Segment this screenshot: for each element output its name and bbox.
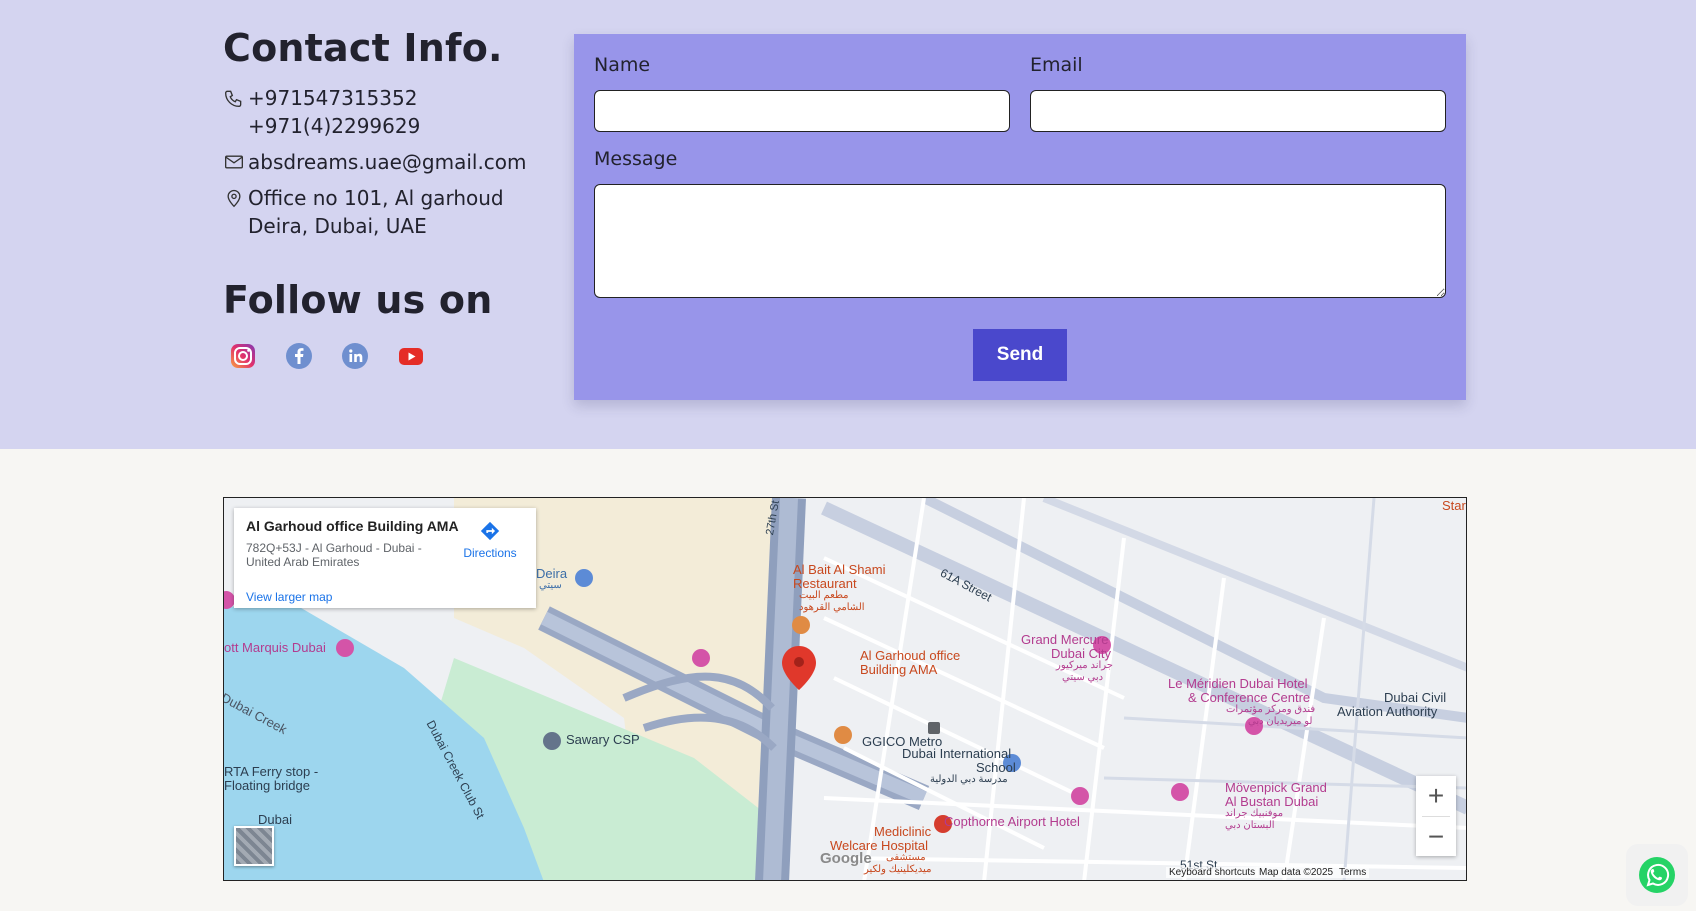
embedded-map[interactable]: Deira سيتي JW Marriott Marquis Dubai Dub… (223, 497, 1467, 881)
label-office-2: Building AMA (860, 662, 938, 677)
label-movenpick-ar-2: البستان دبي (1225, 820, 1275, 831)
directions-icon (480, 521, 500, 541)
label-mediclinic-ar-1: مستشفى (886, 852, 926, 863)
map-data-attribution: Map data ©2025 (1256, 867, 1337, 878)
label-deira-ar: سيتي (539, 580, 562, 591)
label-grand-ar-2: دبي سيتي (1062, 672, 1104, 683)
label-meridien-ar-1: فندق ومركز مؤتمرات (1226, 704, 1316, 715)
email-label: Email (1030, 54, 1083, 76)
view-larger-map-link[interactable]: View larger map (246, 590, 332, 604)
follow-heading: Follow us on (223, 278, 493, 322)
whatsapp-float-button[interactable] (1626, 844, 1688, 906)
message-label: Message (594, 148, 678, 170)
whatsapp-icon (1639, 857, 1675, 893)
label-albait-1: Al Bait Al Shami (793, 562, 886, 577)
label-movenpick-2: Al Bustan Dubai (1225, 794, 1319, 809)
label-sawary: Sawary CSP (566, 732, 640, 747)
email-input[interactable] (1030, 90, 1446, 132)
address-block: Office no 101, Al garhoud Deira, Dubai, … (223, 184, 553, 240)
phone-number-2[interactable]: +971(4)2299629 (248, 112, 553, 140)
label-meridien-2: & Conference Centre (1188, 690, 1311, 705)
directions-button[interactable]: Directions (460, 520, 520, 560)
label-meridien-ar-2: لو ميريديان دبي (1248, 716, 1313, 727)
linkedin-icon[interactable] (341, 342, 369, 370)
label-school-1: Dubai International (902, 746, 1012, 761)
label-star: Star (1442, 498, 1466, 513)
mail-icon (225, 155, 243, 169)
label-albait-ar-2: الشامي القرهود (799, 602, 865, 613)
place-title: Al Garhoud office Building AMA (246, 518, 459, 534)
label-mediclinic-1: Mediclinic (874, 824, 932, 839)
directions-label: Directions (463, 546, 517, 560)
address-line-2: Deira, Dubai, UAE (248, 214, 427, 238)
label-albait-2: Restaurant (793, 576, 857, 591)
name-input[interactable] (594, 90, 1010, 132)
label-mediclinic-ar-2: ميديكلينيك ولكير (864, 864, 932, 875)
label-albait-ar-1: مطعم البيت (799, 590, 849, 601)
label-grand-1: Grand Mercure (1021, 632, 1109, 647)
place-card: Al Garhoud office Building AMA 782Q+53J … (234, 508, 536, 608)
label-dubai: Dubai (258, 812, 292, 827)
email-block: absdreams.uae@gmail.com (223, 148, 553, 176)
label-dcaa-1: Dubai Civil (1384, 690, 1447, 705)
google-logo: Google (820, 850, 872, 867)
label-school-ar: مدرسة دبي الدولية (930, 774, 1008, 785)
address-line-1: Office no 101, Al garhoud (248, 186, 504, 210)
label-movenpick-ar-1: موفنبيك جراند (1225, 808, 1284, 819)
satellite-toggle[interactable] (234, 826, 274, 866)
keyboard-shortcuts-link[interactable]: Keyboard shortcuts (1166, 867, 1259, 878)
label-movenpick-1: Mövenpick Grand (1225, 780, 1327, 795)
phone-number-1[interactable]: +971547315352 (248, 84, 553, 112)
label-ferry-1: RTA Ferry stop - (224, 764, 319, 779)
facebook-icon[interactable] (285, 342, 313, 370)
phone-block: +971547315352 +971(4)2299629 (223, 84, 553, 140)
label-dcaa-2: Aviation Authority (1337, 704, 1438, 719)
instagram-icon[interactable] (229, 342, 257, 370)
message-textarea[interactable] (594, 184, 1446, 298)
location-pin-icon (227, 189, 241, 208)
email-address[interactable]: absdreams.uae@gmail.com (248, 148, 553, 176)
label-grand-2: Dubai City (1051, 646, 1111, 661)
youtube-icon[interactable] (397, 342, 425, 370)
contact-heading: Contact Info. (223, 26, 503, 70)
zoom-controls: + − (1416, 776, 1456, 856)
label-grand-ar-1: جراند ميركيور (1056, 660, 1113, 671)
name-label: Name (594, 54, 651, 76)
label-copthorne: Copthorne Airport Hotel (944, 814, 1080, 829)
phone-icon (224, 90, 242, 108)
label-marquis: JW Marriott Marquis Dubai (223, 640, 326, 655)
contact-form: Name Email Message Send (574, 34, 1466, 400)
label-ferry-2: Floating bridge (224, 778, 310, 793)
zoom-out-button[interactable]: − (1416, 817, 1456, 857)
terms-link[interactable]: Terms (1336, 867, 1370, 878)
place-address: 782Q+53J - Al Garhoud - Dubai - United A… (246, 541, 422, 569)
label-school-2: School (976, 760, 1016, 775)
label-meridien-1: Le Méridien Dubai Hotel (1168, 676, 1308, 691)
send-button[interactable]: Send (973, 329, 1067, 381)
zoom-in-button[interactable]: + (1416, 776, 1456, 816)
label-deira: Deira (536, 566, 568, 581)
contact-info: Contact Info. +971547315352 +971(4)22996… (223, 26, 553, 370)
social-links (223, 342, 553, 370)
label-office-1: Al Garhoud office (860, 648, 961, 663)
